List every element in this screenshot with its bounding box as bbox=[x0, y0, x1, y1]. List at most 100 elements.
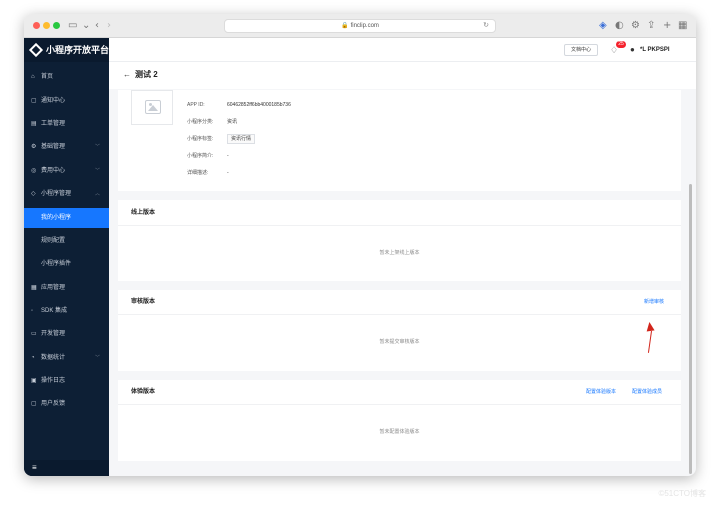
shield-icon[interactable]: ◈ bbox=[599, 19, 607, 33]
sidebar-item-feedback[interactable]: ▢ 用户反馈 bbox=[24, 394, 109, 414]
logo-icon bbox=[28, 42, 44, 58]
sidebar-item-billing[interactable]: ◎ 费用中心 ﹀ bbox=[24, 161, 109, 181]
privacy-icon[interactable]: ◐ bbox=[615, 19, 624, 33]
sidebar-item-sdk[interactable]: ◦ SDK 集成 bbox=[24, 301, 109, 321]
card-title: 体验版本 bbox=[131, 389, 156, 395]
url-text: finclip.com bbox=[350, 23, 379, 29]
gear-icon: ⚙ bbox=[31, 144, 37, 150]
sidebar-item-rules[interactable]: 规则配置 bbox=[24, 231, 109, 251]
feedback-icon: ▢ bbox=[31, 401, 37, 407]
lock-icon: 🔒 bbox=[341, 23, 349, 29]
sidebar-item-home[interactable]: ⌂ 首页 bbox=[24, 67, 109, 87]
sidebar-item-my-miniprogram[interactable]: 我的小程序 bbox=[24, 208, 109, 228]
card-title: 线上版本 bbox=[131, 210, 156, 216]
info-row-category: 小程序分类: 资讯 bbox=[187, 117, 237, 127]
reload-icon[interactable]: ↻ bbox=[483, 20, 489, 32]
minimize-window-button[interactable] bbox=[43, 22, 50, 29]
menu-toggle-icon[interactable]: ≡ bbox=[24, 460, 109, 476]
close-window-button[interactable] bbox=[33, 22, 40, 29]
app-logo[interactable]: 小程序开放平台 bbox=[24, 38, 109, 62]
maximize-window-button[interactable] bbox=[53, 22, 60, 29]
page-header: ← 测试 2 bbox=[109, 62, 696, 89]
trial-version-card: 体验版本 配置体验版本 配置体验成员 暂未配置体验版本 bbox=[118, 380, 681, 461]
billing-icon: ◎ bbox=[31, 168, 37, 174]
sidebar-item-logs[interactable]: ▣ 操作日志 bbox=[24, 371, 109, 391]
page-title: 测试 2 bbox=[135, 70, 158, 79]
info-value: - bbox=[227, 153, 229, 159]
scrollbar[interactable] bbox=[689, 184, 692, 474]
sidebar-item-label: 通知中心 bbox=[41, 98, 66, 104]
info-value: - bbox=[227, 170, 229, 176]
info-label: 小程序简介: bbox=[187, 153, 214, 159]
tag-chip: 资讯行情 bbox=[227, 134, 256, 144]
user-icon[interactable]: ● bbox=[630, 45, 635, 55]
address-bar[interactable]: 🔒 finclip.com ↻ bbox=[224, 19, 496, 33]
apps-icon: ▦ bbox=[31, 285, 37, 291]
sidebar-item-label: 小程序插件 bbox=[41, 261, 72, 267]
empty-state: 暂未上架线上版本 bbox=[379, 250, 420, 256]
add-review-button[interactable]: 新增审核 bbox=[644, 297, 664, 307]
sidebar-item-miniprogram[interactable]: ◇ 小程序管理 ︿ bbox=[24, 184, 109, 204]
sidebar-item-label: SDK 集成 bbox=[41, 308, 68, 314]
sidebar-item-stats[interactable]: ◔ 数据统计 ﹀ bbox=[24, 348, 109, 368]
chevron-down-icon: ﹀ bbox=[94, 168, 100, 174]
sidebar-item-label: 用户反馈 bbox=[41, 401, 66, 407]
info-card: APP ID: 60462852ff6bb4000185b736 小程序分类: 资讯… bbox=[118, 90, 681, 191]
miniprogram-thumbnail bbox=[131, 90, 173, 125]
review-version-card: 审核版本 新增审核 暂未提交审核版本 bbox=[118, 290, 681, 371]
config-trial-members-button[interactable]: 配置体验成员 bbox=[632, 387, 662, 397]
info-label: 详细描述: bbox=[187, 170, 209, 176]
sidebar-item-label: 小程序管理 bbox=[41, 191, 72, 197]
sidebar-item-label: 数据统计 bbox=[41, 355, 66, 361]
chart-icon: ◔ bbox=[31, 355, 35, 361]
forward-nav-icon[interactable]: › bbox=[107, 19, 111, 33]
sidebar-item-label: 工单管理 bbox=[41, 121, 66, 127]
sidebar-item-plugins[interactable]: 小程序插件 bbox=[24, 254, 109, 274]
sidebar: 小程序开放平台 ⌂ 首页 ▢ 通知中心 ▤ 工单管理 ⚙ 基础管理 ﹀ ◎ 费用中心 ﹀ … bbox=[24, 38, 109, 476]
info-label: APP ID: bbox=[187, 102, 205, 108]
sidebar-item-label: 我的小程序 bbox=[41, 215, 72, 221]
info-label: 小程序分类: bbox=[187, 119, 214, 125]
empty-state: 暂未提交审核版本 bbox=[379, 339, 420, 345]
chevron-down-icon: ﹀ bbox=[94, 355, 100, 361]
browser-toolbar: ▭ ⌄ ‹ › 🔒 finclip.com ↻ ◈ ◐ ⚙ ⇪ + ▦ bbox=[24, 14, 696, 38]
info-value: 资讯 bbox=[227, 119, 238, 125]
info-label: 小程序标签: bbox=[187, 136, 214, 142]
sidebar-item-label: 操作日志 bbox=[41, 378, 66, 384]
sidebar-item-notifications[interactable]: ▢ 通知中心 bbox=[24, 91, 109, 111]
chevron-down-icon[interactable]: ⌄ bbox=[82, 19, 90, 33]
bell-icon: ▢ bbox=[31, 98, 37, 104]
log-icon: ▣ bbox=[31, 378, 37, 384]
share-icon[interactable]: ⇪ bbox=[647, 19, 655, 33]
sidebar-item-tickets[interactable]: ▤ 工单管理 bbox=[24, 114, 109, 134]
sidebar-item-dev[interactable]: ▭ 开发管理 bbox=[24, 324, 109, 344]
back-arrow-icon[interactable]: ← bbox=[123, 69, 131, 81]
username[interactable]: *L PKPSPI bbox=[640, 45, 670, 55]
sdk-icon: ◦ bbox=[31, 308, 34, 314]
tab-overview-icon[interactable]: ▦ bbox=[678, 19, 687, 33]
browser-window: ▭ ⌄ ‹ › 🔒 finclip.com ↻ ◈ ◐ ⚙ ⇪ + ▦ 小程序开放… bbox=[24, 14, 696, 476]
notification-badge: 25 bbox=[616, 41, 626, 48]
sidebar-item-apps[interactable]: ▦ 应用管理 bbox=[24, 278, 109, 298]
empty-state: 暂未配置体验版本 bbox=[379, 429, 420, 435]
watermark: ©51CTO博客 bbox=[658, 489, 706, 498]
new-tab-icon[interactable]: + bbox=[663, 19, 671, 33]
settings-icon[interactable]: ⚙ bbox=[631, 19, 640, 33]
info-row-tag: 小程序标签: 资讯行情 bbox=[187, 134, 256, 144]
info-row-detail: 详细描述: - bbox=[187, 168, 229, 178]
info-value: 60462852ff6bb4000185b736 bbox=[227, 102, 291, 108]
info-row-intro: 小程序简介: - bbox=[187, 151, 229, 161]
docs-button[interactable]: 文档中心 bbox=[564, 44, 598, 56]
sidebar-toggle-icon[interactable]: ▭ bbox=[68, 19, 77, 33]
chevron-up-icon: ︿ bbox=[94, 191, 100, 197]
ticket-icon: ▤ bbox=[31, 121, 37, 127]
top-header: 文档中心 ♢ 25 ● *L PKPSPI bbox=[109, 38, 696, 62]
back-nav-icon[interactable]: ‹ bbox=[95, 19, 99, 33]
info-row-appid: APP ID: 60462852ff6bb4000185b736 bbox=[187, 100, 291, 110]
card-title: 审核版本 bbox=[131, 299, 156, 305]
sidebar-item-label: 规则配置 bbox=[41, 238, 66, 244]
sidebar-item-basic[interactable]: ⚙ 基础管理 ﹀ bbox=[24, 137, 109, 157]
sidebar-item-label: 应用管理 bbox=[41, 285, 66, 291]
sidebar-item-label: 费用中心 bbox=[41, 168, 66, 174]
config-trial-version-button[interactable]: 配置体验版本 bbox=[586, 387, 616, 397]
